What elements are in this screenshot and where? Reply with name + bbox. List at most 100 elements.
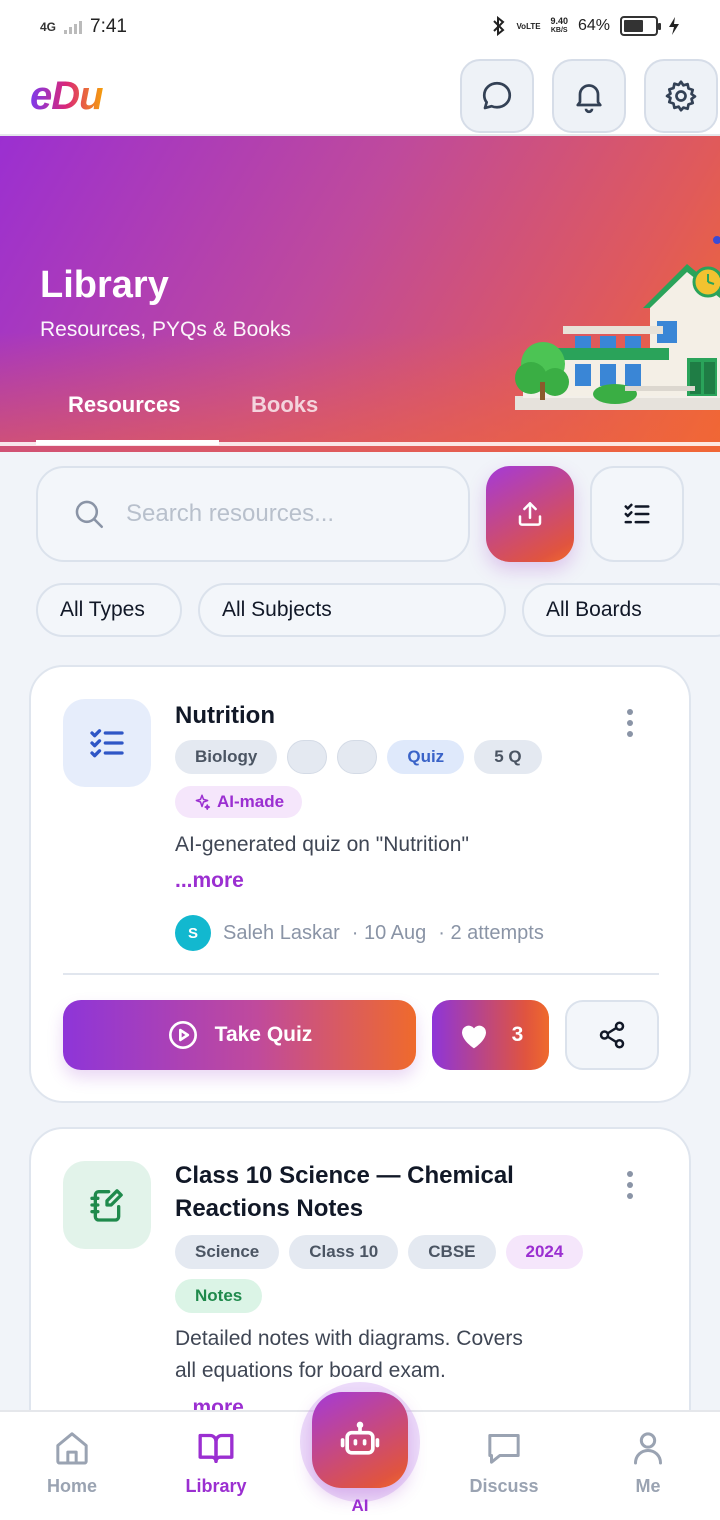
tag-subject: Science xyxy=(175,1235,280,1269)
filter-subjects[interactable]: All Subjects xyxy=(198,583,506,637)
nav-ai-label[interactable]: AI xyxy=(340,1496,380,1516)
share-icon xyxy=(599,1021,625,1049)
home-icon xyxy=(56,1432,88,1465)
status-left: 4G 7:41 xyxy=(40,16,127,38)
resource-card[interactable]: Nutrition Biology Quiz 5 Q AI-made AI-ge… xyxy=(29,665,691,1103)
school-building-illustration xyxy=(515,236,720,410)
heart-icon xyxy=(461,1025,486,1049)
page-title: Library xyxy=(40,264,169,306)
nav-label: Discuss xyxy=(469,1476,539,1496)
person-icon xyxy=(634,1432,662,1465)
tag-empty xyxy=(337,740,378,774)
chat-bubble-icon xyxy=(482,81,512,110)
battery-level xyxy=(624,20,644,32)
nav-label: Library xyxy=(185,1476,247,1496)
read-more-link[interactable]: ...more xyxy=(175,869,244,893)
like-count: 3 xyxy=(511,1023,524,1046)
nav-home[interactable]: Home xyxy=(17,1428,127,1497)
checklist-icon xyxy=(624,503,650,524)
tag-type: Quiz xyxy=(387,740,465,774)
gear-icon xyxy=(665,80,697,112)
card-tags: Science Class 10 CBSE 2024 Notes xyxy=(175,1235,595,1313)
signal-icon xyxy=(64,20,83,34)
nav-ai-button[interactable] xyxy=(312,1392,408,1488)
avatar[interactable]: S xyxy=(175,915,211,951)
like-button[interactable]: 3 xyxy=(432,1000,549,1070)
page-subtitle: Resources, PYQs & Books xyxy=(40,318,291,341)
robot-icon xyxy=(340,1421,380,1455)
active-tab-indicator xyxy=(36,440,219,445)
network-speed: 9.40 KB/S xyxy=(550,17,568,35)
take-quiz-button[interactable]: Take Quiz xyxy=(63,1000,416,1070)
messages-button[interactable] xyxy=(460,59,534,133)
book-icon xyxy=(198,1433,234,1463)
quiz-type-icon xyxy=(63,699,151,787)
charging-icon xyxy=(669,17,679,35)
attempt-count: · 2 attempts xyxy=(438,921,544,944)
description-line: all equations for board exam. xyxy=(175,1359,446,1382)
card-title[interactable]: Nutrition xyxy=(175,699,275,732)
card-title-line: Class 10 Science — Chemical xyxy=(175,1162,514,1189)
app-header: eDu xyxy=(0,56,720,136)
ai-badge-row: AI-made xyxy=(175,786,303,818)
tag-subject: Biology xyxy=(175,740,278,774)
bell-icon xyxy=(576,84,602,114)
notes-type-icon xyxy=(63,1161,151,1249)
bluetooth-icon xyxy=(493,16,505,36)
tag-question-count: 5 Q xyxy=(474,740,542,774)
upload-button[interactable] xyxy=(486,466,574,562)
nav-label: Home xyxy=(46,1476,97,1496)
search-input[interactable]: Search resources... xyxy=(126,500,334,528)
app-logo[interactable]: eDu xyxy=(30,74,104,119)
tag-type: Notes xyxy=(175,1279,263,1313)
play-circle-icon xyxy=(168,1021,197,1049)
network-type: 4G xyxy=(40,20,57,34)
card-meta: S Saleh Laskar · 10 Aug · 2 attempts xyxy=(175,915,544,951)
author-name[interactable]: Saleh Laskar xyxy=(223,922,340,945)
tag-class: Class 10 xyxy=(289,1235,399,1269)
notifications-button[interactable] xyxy=(552,59,626,133)
filter-boards[interactable]: All Boards xyxy=(522,583,720,637)
chat-icon xyxy=(488,1434,520,1464)
status-bar: 4G 7:41 VoLTE 9.40 KB/S 64% xyxy=(0,0,720,56)
nav-label: Me xyxy=(635,1476,661,1496)
share-button[interactable] xyxy=(565,1000,659,1070)
nav-discuss[interactable]: Discuss xyxy=(449,1428,559,1497)
upload-icon xyxy=(518,502,542,526)
filter-types[interactable]: All Types xyxy=(36,583,182,637)
card-title-line: Reactions Notes xyxy=(175,1195,364,1222)
tab-books[interactable]: Books xyxy=(251,392,318,418)
nav-me[interactable]: Me xyxy=(593,1428,703,1497)
clock: 7:41 xyxy=(90,16,127,37)
description-line: Detailed notes with diagrams. Covers xyxy=(175,1327,523,1350)
card-tags: Biology Quiz 5 Q xyxy=(175,740,595,774)
my-quizzes-button[interactable] xyxy=(590,466,684,562)
search-field[interactable]: Search resources... xyxy=(36,466,470,562)
checklist-icon xyxy=(90,729,124,758)
card-description: AI-generated quiz on "Nutrition" xyxy=(175,833,469,856)
battery-percent: 64% xyxy=(577,17,610,34)
take-quiz-label: Take Quiz xyxy=(214,1023,313,1046)
search-icon xyxy=(75,500,104,529)
speed-value: 9.40 xyxy=(550,16,568,26)
status-right: VoLTE 9.40 KB/S 64% xyxy=(492,16,680,36)
tag-year: 2024 xyxy=(505,1235,584,1269)
library-hero: Library Resources, PYQs & Books Resource… xyxy=(0,136,720,452)
speed-unit: KB/S xyxy=(550,27,568,34)
more-options-icon[interactable] xyxy=(627,1171,633,1199)
notes-icon xyxy=(90,1189,123,1222)
post-date: · 10 Aug xyxy=(351,921,427,944)
sparkle-icon xyxy=(195,794,211,810)
ai-made-badge: AI-made xyxy=(175,786,303,818)
tab-resources[interactable]: Resources xyxy=(68,392,181,418)
settings-button[interactable] xyxy=(644,59,718,133)
tag-empty xyxy=(287,740,328,774)
nav-library[interactable]: Library xyxy=(161,1428,271,1497)
tag-board: CBSE xyxy=(408,1235,496,1269)
card-title[interactable]: Class 10 Science — Chemical Reactions No… xyxy=(175,1159,514,1225)
more-options-icon[interactable] xyxy=(627,709,633,737)
battery-icon xyxy=(620,16,661,36)
ai-made-label: AI-made xyxy=(217,792,285,811)
card-divider xyxy=(63,973,659,975)
card-description: Detailed notes with diagrams. Covers all… xyxy=(175,1323,595,1387)
